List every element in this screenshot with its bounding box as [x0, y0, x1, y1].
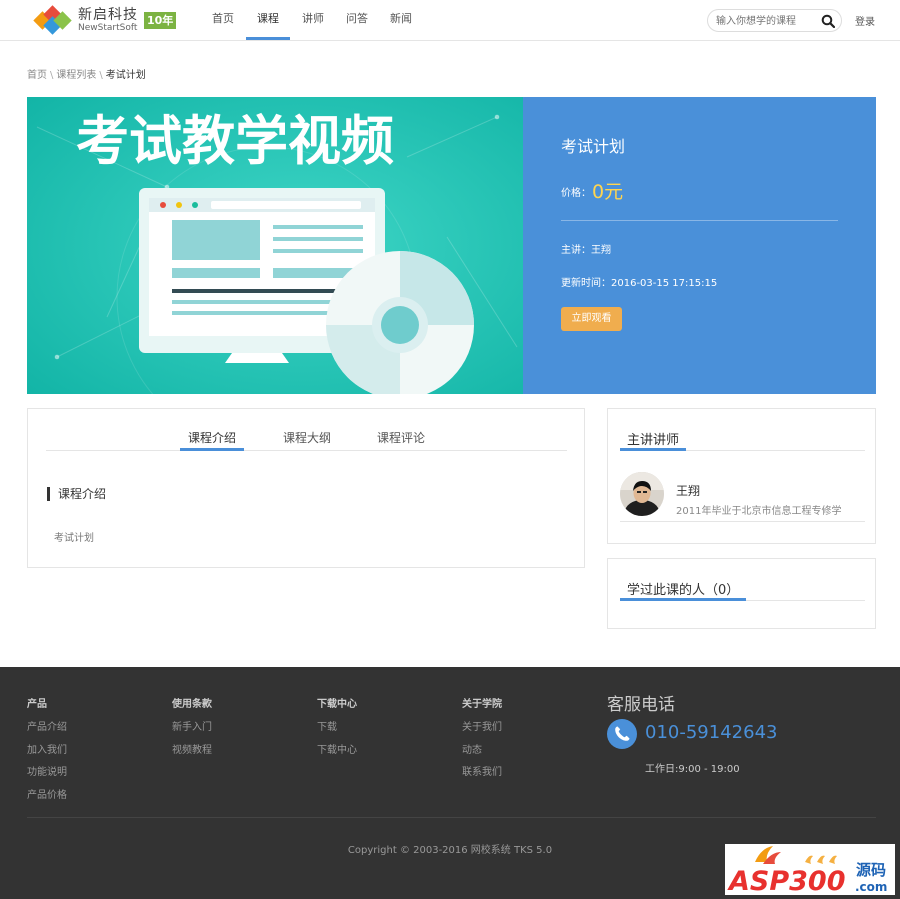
footer-col-title: 使用条款 — [172, 699, 212, 710]
teacher-divider — [620, 521, 865, 522]
breadcrumb-home[interactable]: 首页 — [27, 70, 47, 81]
logo-badge: 10年 — [144, 11, 177, 29]
section-title: 课程介绍 — [47, 487, 106, 501]
logo-text: 新启科技 NewStartSoft — [78, 8, 138, 33]
footer-col-about: 关于学院 关于我们 动态 联系我们 — [462, 695, 502, 786]
logo-cn: 新启科技 — [78, 6, 138, 23]
logo-en: NewStartSoft — [78, 22, 138, 33]
footer-link[interactable]: 下载 — [317, 718, 357, 741]
course-cover-image: 考试教学视频 — [27, 97, 523, 394]
footer-link[interactable]: 关于我们 — [462, 718, 502, 741]
top-header: 新启科技 NewStartSoft 10年 首页 课程 讲师 问答 新闻 登录 — [0, 0, 900, 41]
service-phone-title: 客服电话 — [607, 695, 675, 715]
phone-icon — [607, 719, 637, 749]
panel-divider — [561, 220, 838, 221]
breadcrumb: 首页 \ 课程列表 \ 考试计划 — [27, 66, 146, 81]
footer-col-title: 下载中心 — [317, 699, 357, 710]
breadcrumb-current: 考试计划 — [105, 70, 146, 81]
logo-diamonds-icon — [33, 5, 74, 35]
nav-item-home[interactable]: 首页 — [202, 0, 244, 40]
cover-title-text: 考试教学视频 — [76, 111, 394, 172]
page: 新启科技 NewStartSoft 10年 首页 课程 讲师 问答 新闻 登录 … — [0, 0, 900, 899]
course-title: 考试计划 — [561, 137, 626, 156]
content-tabs: 课程介绍 课程大纲 课程评论 — [46, 409, 567, 451]
breadcrumb-course-list[interactable]: 课程列表 — [56, 70, 96, 81]
search-input[interactable] — [716, 13, 816, 29]
tab-outline[interactable]: 课程大纲 — [283, 429, 331, 451]
teacher-card-title: 主讲讲师 — [620, 429, 687, 451]
login-link[interactable]: 登录 — [855, 13, 875, 28]
tab-intro[interactable]: 课程介绍 — [180, 429, 245, 451]
avatar[interactable] — [620, 472, 664, 516]
learners-card-header: 学过此课的人（0） — [620, 559, 865, 601]
footer-link[interactable]: 产品价格 — [27, 786, 67, 809]
footer-link[interactable]: 视频教程 — [172, 741, 212, 764]
watermark-suffix: 源码 — [856, 861, 886, 879]
cover-illustration: 考试教学视频 — [27, 97, 523, 394]
breadcrumb-separator: \ — [99, 70, 103, 81]
course-updated-time: 更新时间：2016-03-15 17:15:15 — [561, 278, 718, 289]
nav-item-news[interactable]: 新闻 — [380, 0, 422, 40]
teacher-name[interactable]: 王翔 — [676, 482, 700, 499]
footer-link[interactable]: 联系我们 — [462, 763, 502, 786]
footer-link[interactable]: 加入我们 — [27, 741, 67, 764]
watch-now-button[interactable]: 立即观看 — [561, 307, 622, 331]
footer-col-terms: 使用条款 新手入门 视频教程 — [172, 695, 212, 763]
price-value: 0元 — [592, 181, 624, 203]
footer-divider — [27, 817, 876, 818]
teacher-description: 2011年毕业于北京市信息工程专修学 — [676, 506, 842, 517]
course-info-panel: 考试计划 价格： 0元 主讲：王翔 更新时间：2016-03-15 17:15:… — [523, 97, 876, 394]
learners-card: 学过此课的人（0） — [607, 558, 876, 629]
section-body: 考试计划 — [54, 533, 94, 544]
learners-card-title: 学过此课的人（0） — [620, 579, 747, 601]
course-content-card: 课程介绍 课程大纲 课程评论 课程介绍 考试计划 — [27, 408, 585, 568]
footer-col-product: 产品 产品介绍 加入我们 功能说明 产品价格 — [27, 695, 67, 808]
asp300-watermark-logo: ASP300 源码 .com — [725, 844, 895, 897]
price-label: 价格： — [561, 188, 591, 199]
footer-link[interactable]: 功能说明 — [27, 763, 67, 786]
search-icon[interactable] — [821, 14, 835, 28]
watermark-brand: ASP300 — [727, 866, 846, 895]
footer-col-download: 下载中心 下载 下载中心 — [317, 695, 357, 763]
breadcrumb-separator: \ — [50, 70, 54, 81]
footer-link[interactable]: 下载中心 — [317, 741, 357, 764]
course-teacher: 主讲：王翔 — [561, 245, 611, 256]
footer-link[interactable]: 动态 — [462, 741, 502, 764]
main-nav: 首页 课程 讲师 问答 新闻 — [202, 0, 424, 40]
footer-link[interactable]: 新手入门 — [172, 718, 212, 741]
teacher-card: 主讲讲师 王翔 2011年毕业于北京市信息工程专修学 — [607, 408, 876, 544]
teacher-card-header: 主讲讲师 — [620, 409, 865, 451]
watermark-domain: .com — [855, 880, 887, 894]
footer-link[interactable]: 产品介绍 — [27, 718, 67, 741]
teacher-portrait-icon — [620, 472, 664, 516]
logo[interactable]: 新启科技 NewStartSoft 10年 — [33, 5, 177, 35]
service-phone-number: 010-59142643 — [645, 722, 778, 743]
tab-comments[interactable]: 课程评论 — [377, 429, 425, 451]
nav-item-teachers[interactable]: 讲师 — [292, 0, 334, 40]
footer-col-title: 产品 — [27, 699, 47, 710]
nav-item-qa[interactable]: 问答 — [336, 0, 378, 40]
service-hours: 工作日:9:00 - 19:00 — [645, 764, 740, 775]
nav-item-courses[interactable]: 课程 — [246, 0, 290, 40]
search-box — [707, 9, 842, 32]
footer-col-title: 关于学院 — [462, 699, 502, 710]
